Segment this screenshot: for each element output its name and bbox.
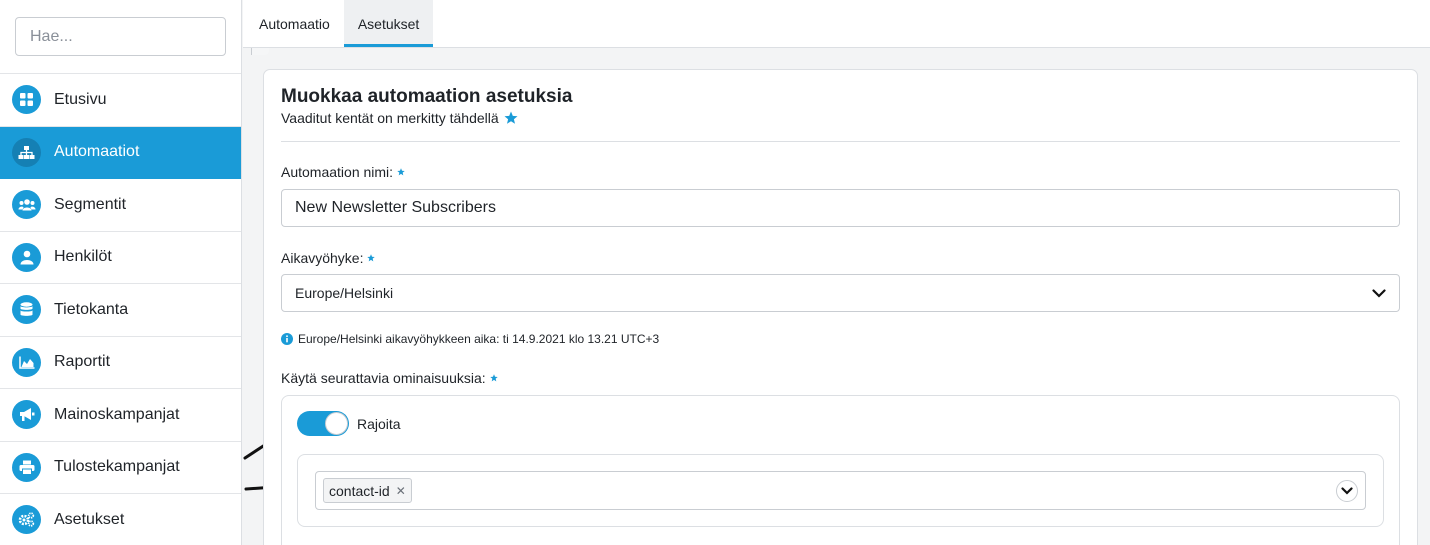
sitemap-icon — [12, 137, 41, 167]
timezone-info-text: Europe/Helsinki aikavyöhykkeen aika: ti … — [298, 332, 660, 346]
printer-icon — [12, 452, 41, 482]
sidebar-item-etusivu[interactable]: Etusivu — [0, 74, 241, 127]
sidebar-item-raportit[interactable]: Raportit — [0, 337, 241, 389]
automation-name-input[interactable] — [281, 189, 1400, 227]
timezone-info: Europe/Helsinki aikavyöhykkeen aika: ti … — [281, 332, 659, 346]
sidebar-item-automaatiot[interactable]: Automaatiot — [0, 126, 241, 179]
sidebar-item-label: Etusivu — [54, 90, 107, 108]
restrict-toggle[interactable] — [297, 411, 349, 436]
divider — [281, 141, 1400, 142]
dashboard-icon — [12, 85, 41, 115]
timezone-select[interactable]: Europe/Helsinki — [281, 274, 1400, 312]
sidebar-item-tulostekampanjat[interactable]: Tulostekampanjat — [0, 442, 241, 494]
tab-automaatio[interactable]: Automaatio — [245, 0, 344, 47]
sidebar-item-segmentit[interactable]: Segmentit — [0, 179, 241, 232]
info-icon — [281, 333, 293, 345]
dropdown-toggle[interactable] — [1336, 479, 1358, 502]
name-label-text: Automaation nimi: — [281, 164, 394, 180]
area-chart-icon — [12, 347, 41, 377]
sidebar-item-label: Asetukset — [54, 510, 125, 528]
star-icon — [504, 111, 518, 124]
sidebar-item-asetukset[interactable]: Asetukset — [0, 494, 241, 545]
card-title: Muokkaa automaation asetuksia — [281, 86, 573, 107]
sidebar-item-mainoskampanjat[interactable]: Mainoskampanjat — [0, 389, 241, 442]
card-subtitle: Vaaditut kentät on merkitty tähdellä — [281, 110, 518, 126]
restrict-toggle-label: Rajoita — [357, 415, 401, 432]
sidebar-item-label: Segmentit — [54, 195, 127, 213]
search-box — [15, 17, 269, 56]
sidebar-item-label: Automaatiot — [54, 143, 140, 161]
sidebar-item-label: Mainoskampanjat — [54, 405, 180, 423]
database-icon — [12, 295, 41, 325]
sidebar-nav: Etusivu Automaatiot Segmentit Henkilöt T… — [0, 73, 241, 545]
tag-chip: contact-id ✕ — [323, 478, 412, 503]
sidebar-item-label: Henkilöt — [54, 248, 112, 266]
required-star-icon — [489, 374, 498, 382]
restrict-toggle-row: Rajoita — [297, 411, 401, 436]
sidebar-item-label: Raportit — [54, 353, 111, 371]
search-input[interactable] — [16, 18, 251, 55]
sidebar: Etusivu Automaatiot Segmentit Henkilöt T… — [0, 0, 269, 545]
megaphone-icon — [12, 400, 41, 430]
timezone-value: Europe/Helsinki — [295, 285, 394, 301]
timezone-label-text: Aikavyöhyke: — [281, 250, 364, 266]
user-icon — [12, 242, 41, 272]
features-panel: Rajoita contact-id ✕ — [281, 395, 1400, 545]
timezone-label: Aikavyöhyke: — [281, 250, 376, 266]
toggle-knob — [325, 412, 348, 435]
features-label: Käytä seurattavia ominaisuuksia: — [281, 370, 498, 386]
sidebar-item-tietokanta[interactable]: Tietokanta — [0, 284, 241, 337]
required-star-icon — [367, 254, 376, 262]
sidebar-item-label: Tietokanta — [54, 300, 129, 318]
remove-tag-icon[interactable]: ✕ — [396, 484, 406, 498]
sidebar-item-henkilot[interactable]: Henkilöt — [0, 232, 241, 284]
features-label-text: Käytä seurattavia ominaisuuksia: — [281, 370, 486, 386]
cogs-icon — [12, 505, 41, 535]
settings-card: Muokkaa automaation asetuksia Vaaditut k… — [263, 69, 1418, 545]
required-star-icon — [397, 168, 405, 176]
restrict-options-panel: contact-id ✕ — [297, 454, 1384, 527]
sidebar-item-label: Tulostekampanjat — [54, 458, 180, 476]
chevron-down-icon — [1372, 288, 1386, 298]
name-label: Automaation nimi: — [281, 164, 405, 180]
users-icon — [12, 190, 41, 220]
restrict-multiselect[interactable]: contact-id ✕ — [315, 471, 1366, 510]
chevron-down-icon — [1341, 486, 1353, 495]
tab-bar: Automaatio Asetukset — [243, 0, 1430, 48]
tab-asetukset[interactable]: Asetukset — [343, 0, 434, 47]
required-note: Vaaditut kentät on merkitty tähdellä — [281, 110, 499, 126]
tag-chip-label: contact-id — [329, 482, 390, 499]
